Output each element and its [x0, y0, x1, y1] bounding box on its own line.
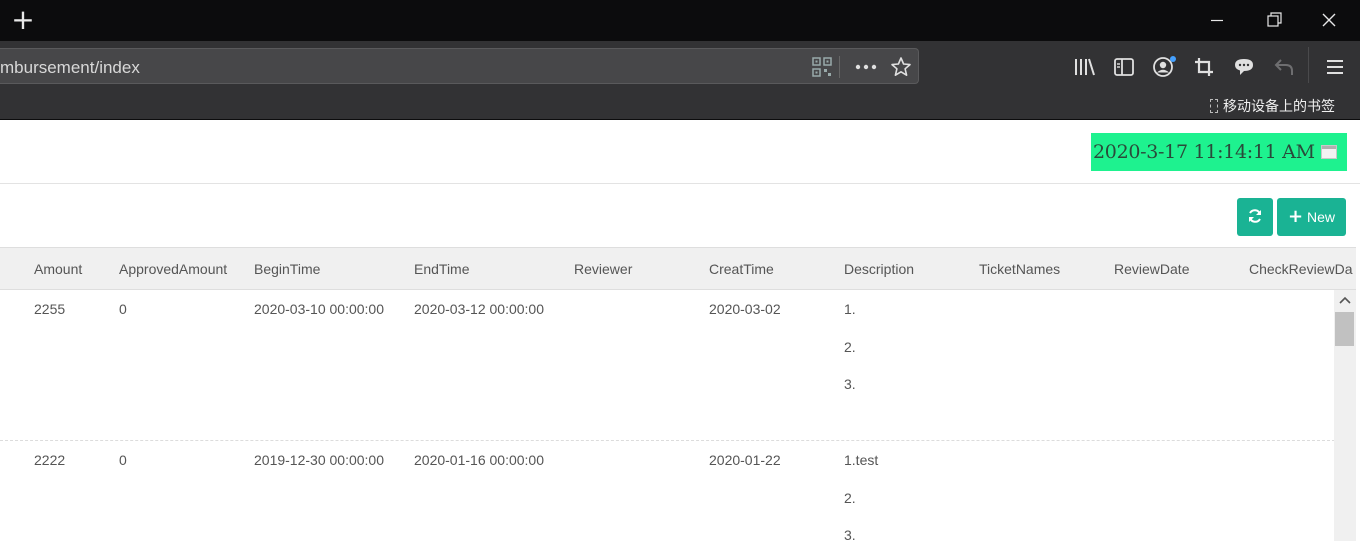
- header-description[interactable]: Description: [844, 261, 914, 277]
- cell-description-line: 1.: [844, 301, 856, 317]
- header-begin-time[interactable]: BeginTime: [254, 261, 320, 277]
- row-divider: [0, 440, 1335, 441]
- header-approved-amount[interactable]: ApprovedAmount: [119, 261, 227, 277]
- new-tab-icon[interactable]: +: [10, 6, 36, 34]
- scrollbar-thumb[interactable]: [1335, 312, 1354, 346]
- minimize-icon[interactable]: [1189, 0, 1245, 41]
- close-icon[interactable]: [1301, 0, 1357, 41]
- vertical-scrollbar[interactable]: [1334, 290, 1356, 541]
- cell-approved: 0: [119, 301, 127, 317]
- undo-arrow-icon[interactable]: [1273, 57, 1295, 80]
- cell-description-line: 1.test: [844, 452, 879, 468]
- bookmark-star-icon[interactable]: [890, 56, 912, 81]
- chat-bubble-icon[interactable]: [1232, 56, 1256, 81]
- new-button[interactable]: + New: [1277, 198, 1346, 236]
- scroll-up-arrow-icon[interactable]: [1334, 290, 1356, 310]
- hamburger-menu-icon[interactable]: [1324, 57, 1346, 80]
- urlbar-separator: [839, 56, 840, 78]
- cell-end-time: 2020-01-16 00:00:00: [414, 452, 544, 468]
- header-reviewer[interactable]: Reviewer: [574, 261, 632, 277]
- mobile-bookmarks-label: 移动设备上的书签: [1223, 98, 1335, 114]
- calendar-icon[interactable]: [1320, 145, 1337, 159]
- screenshot-crop-icon[interactable]: [1193, 56, 1215, 81]
- header-check-review-date[interactable]: CheckReviewDa: [1249, 261, 1352, 277]
- page-edge: [1356, 184, 1360, 541]
- cell-begin-time: 2020-03-10 00:00:00: [254, 301, 384, 317]
- cell-creat-time: 2020-01-22: [709, 452, 781, 468]
- library-icon[interactable]: [1073, 56, 1097, 81]
- sidebar-icon[interactable]: [1113, 56, 1135, 81]
- cell-amount: 2255: [34, 301, 66, 317]
- new-button-label: New: [1307, 209, 1336, 225]
- header-end-time[interactable]: EndTime: [414, 261, 470, 277]
- account-icon[interactable]: [1152, 55, 1178, 82]
- mobile-bookmarks-folder[interactable]: 移动设备上的书签: [1210, 96, 1335, 116]
- address-bar[interactable]: mbursement/index: [0, 48, 919, 84]
- table-header: Amount ApprovedAmount BeginTime EndTime …: [0, 247, 1360, 290]
- datetime-text: 2020-3-17 11:14:11 AM: [1093, 141, 1315, 163]
- cell-description-line: 2.: [844, 490, 856, 506]
- mobile-device-icon: [1210, 99, 1218, 113]
- url-text[interactable]: mbursement/index: [0, 58, 140, 78]
- header-ticket-names[interactable]: TicketNames: [979, 261, 1060, 277]
- more-actions-icon[interactable]: [854, 57, 878, 80]
- bookmarks-toolbar: 移动设备上的书签: [0, 93, 1360, 120]
- datetime-display[interactable]: 2020-3-17 11:14:11 AM: [1091, 133, 1347, 171]
- refresh-icon: [1247, 208, 1263, 227]
- cell-end-time: 2020-03-12 00:00:00: [414, 301, 544, 317]
- plus-icon: +: [1287, 206, 1304, 227]
- header-creat-time[interactable]: CreatTime: [709, 261, 774, 277]
- cell-amount: 2222: [34, 452, 66, 468]
- header-amount[interactable]: Amount: [34, 261, 82, 277]
- cell-description-line: 3.: [844, 376, 856, 392]
- cell-approved: 0: [119, 452, 127, 468]
- cell-description-line: 2.: [844, 339, 856, 355]
- header-review-date[interactable]: ReviewDate: [1114, 261, 1189, 277]
- toolbar-separator: [1308, 47, 1309, 83]
- cell-begin-time: 2019-12-30 00:00:00: [254, 452, 384, 468]
- cell-creat-time: 2020-03-02: [709, 301, 781, 317]
- refresh-button[interactable]: [1237, 198, 1273, 236]
- qr-code-icon[interactable]: [812, 57, 832, 80]
- window-titlebar: +: [0, 0, 1360, 41]
- restore-icon[interactable]: [1245, 0, 1301, 41]
